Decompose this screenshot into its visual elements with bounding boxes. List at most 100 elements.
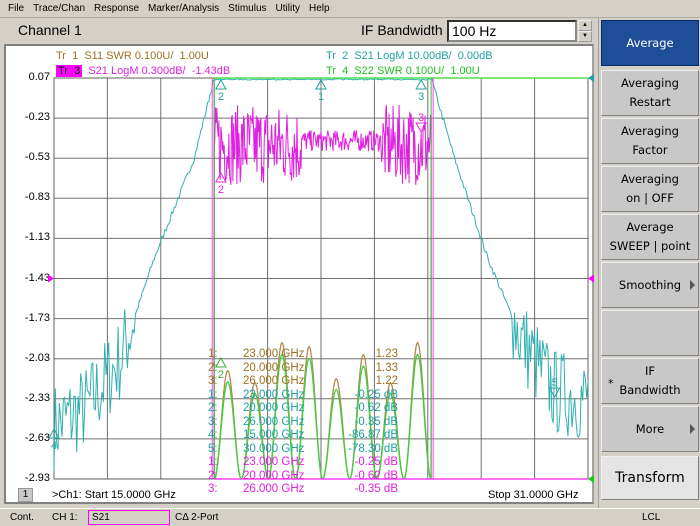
marker-2-icon [215,78,227,90]
softkey-transform[interactable]: Transform [601,456,699,500]
ref-arrow-tr3-icon [48,274,54,283]
marker-row: 1: 23.000 GHz 1.23 [208,348,418,362]
marker-val: -0.62 dB [354,402,398,414]
status-sweep-mode: Cont. [10,512,34,523]
channel-number[interactable]: 1 [18,488,33,502]
marker-n: 3: [208,415,218,428]
softkey-blank[interactable] [601,310,699,356]
softkey-label: More [635,421,665,436]
menu-response[interactable]: Response [94,3,139,14]
softkey-averaging-restart[interactable]: Averaging Restart [601,70,699,116]
marker-row: 1: 23.000 GHz -0.25 dB [208,456,418,470]
marker-row: 1: 23.000 GHz -0.25 dB [208,389,418,403]
softkey-average-sweep-point[interactable]: Average SWEEP | point [601,214,699,260]
softkey-label: Averaging [621,76,679,90]
status-channel: CH 1: [52,512,78,523]
marker-freq: 20.000 GHz [243,361,305,374]
start-frequency[interactable]: >Ch1: Start 15.0000 GHz [52,489,176,501]
softkey-smoothing[interactable]: Smoothing [601,262,699,308]
marker-n: 2: [208,402,218,414]
menu-help[interactable]: Help [309,3,330,14]
marker-n: 5: [208,442,218,455]
softkey-averaging-factor[interactable]: Averaging Factor [601,118,699,164]
softkey-label: Averaging [621,124,679,138]
status-bar: Cont. CH 1: S21 CΔ 2-Port LCL [0,508,700,526]
marker-val: 1.33 [375,361,398,374]
channel-title: Channel 1 [18,22,82,38]
marker-3-icon [415,78,427,90]
selected-star-icon: * [608,377,614,390]
sweep-range-bar: 1 >Ch1: Start 15.0000 GHz Stop 31.0000 G… [8,488,594,506]
marker-n: 2: [208,469,218,482]
status-calibration: CΔ 2-Port [175,512,219,523]
marker-row: 3: 26.000 GHz -0.35 dB [208,416,418,430]
menu-utility[interactable]: Utility [276,3,300,14]
submenu-arrow-icon [690,280,695,290]
softkey-average[interactable]: Average [601,20,699,66]
ref-arrow-tr3-right-icon [588,274,594,283]
status-reference: LCL [642,512,661,523]
softkey-label: Smoothing [618,277,682,292]
status-parameter: S21 [88,510,170,525]
softkey-if-bandwidth[interactable]: IF Bandwidth * [601,358,699,404]
marker-freq: 20.000 GHz [243,469,305,482]
menu-stimulus[interactable]: Stimulus [228,3,266,14]
menu-bar: File Trace/Chan Response Marker/Analysis… [0,0,700,18]
marker-val: -86.87 dB [348,429,398,441]
marker-row: 5: 30.000 GHz -78.30 dB [208,443,418,457]
softkey-label: Averaging [621,172,679,186]
ref-arrow-tr2-icon [588,74,594,82]
softkey-label: Transform [615,469,685,486]
marker-val: 1.22 [375,375,398,387]
if-bandwidth-label: IF Bandwidth [361,22,443,38]
plot-area[interactable]: 12 3452321: 23.000 GHz 1.232: 20.000 GHz 1.33… [8,48,594,504]
marker-freq: 23.000 GHz [243,388,305,401]
spin-down-button[interactable]: ▼ [578,31,592,42]
marker-val: -78.30 dB [348,442,398,455]
menu-file[interactable]: File [8,3,24,14]
marker-freq: 23.000 GHz [243,348,305,360]
marker-n: 1: [208,456,218,468]
marker-val: -0.62 dB [354,469,398,482]
softkey-label: Restart [629,95,671,109]
marker-row: 4: 15.000 GHz -86.87 dB [208,429,418,443]
marker-val: -0.25 dB [354,388,398,401]
marker-row: 2: 20.000 GHz -0.62 dB [208,470,418,484]
marker-row: 3: 26.000 GHz 1.22 [208,375,418,389]
marker-freq: 23.000 GHz [243,456,305,468]
softkey-panel: Average Averaging Restart Averaging Factor Av… [598,18,700,508]
marker-n: 3: [208,375,218,387]
marker-n: 1: [208,388,218,401]
marker-freq: 30.000 GHz [243,442,305,455]
menu-trace-chan[interactable]: Trace/Chan [33,3,85,14]
marker-label: 2 [218,184,224,196]
marker-val: -0.35 dB [354,415,398,428]
channel-bar: Channel 1 IF Bandwidth 100 Hz ▲ ▼ [0,18,596,44]
softkey-more[interactable]: More [601,406,699,452]
marker-val: -0.25 dB [354,456,398,468]
marker-label: 5 [552,377,558,389]
marker-label: 3 [418,91,424,103]
if-bandwidth-input[interactable]: 100 Hz [447,20,577,42]
softkey-label: Average [626,220,674,234]
marker-row: 2: 20.000 GHz 1.33 [208,362,418,376]
marker-freq: 15.000 GHz [243,429,305,441]
softkey-label: IF [644,364,655,378]
submenu-arrow-icon [690,424,695,434]
softkey-averaging-on-off[interactable]: Averaging on | OFF [601,166,699,212]
marker-table: 1: 23.000 GHz 1.23 2: 20.000 GHz 1.33 3: 26.000… [208,348,418,495]
stop-frequency[interactable]: Stop 31.0000 GHz [488,489,579,501]
marker-n: 4: [208,429,218,441]
marker-label: 1 [318,91,324,103]
if-bandwidth-spinner: ▲ ▼ [578,20,592,42]
menu-marker-analysis[interactable]: Marker/Analysis [148,3,219,14]
marker-label: 2 [218,91,224,103]
ref-arrow-tr4-icon [588,475,594,483]
marker-freq: 26.000 GHz [243,375,305,387]
spin-up-button[interactable]: ▲ [578,20,592,31]
softkey-label: on | OFF [626,191,674,205]
softkey-label: Bandwidth [619,383,681,397]
chart-window: Tr 1 S11 SWR 0.100U/ 1.00U Tr 3 S21 LogM… [4,44,594,504]
marker-label: 4 [51,440,57,452]
softkey-label: SWEEP | point [609,239,691,253]
